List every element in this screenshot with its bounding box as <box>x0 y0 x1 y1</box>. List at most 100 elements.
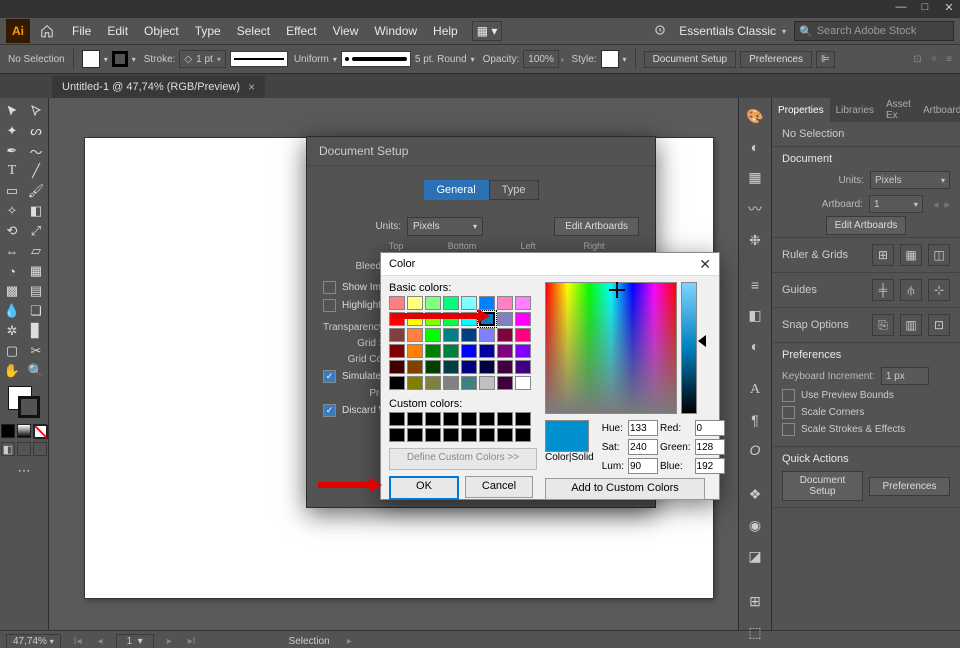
menu-view[interactable]: View <box>325 20 367 42</box>
eraser-tool[interactable]: ◧ <box>25 202 47 220</box>
edit-artboards-button[interactable]: Edit Artboards <box>826 216 907 235</box>
define-custom-button[interactable]: Define Custom Colors >> <box>389 448 537 470</box>
scale-tool[interactable]: ⤢ <box>25 222 47 240</box>
lasso-tool[interactable]: ᔕ <box>25 122 47 140</box>
basic-swatch[interactable] <box>389 344 405 358</box>
ruler-icon[interactable]: ⊞ <box>872 244 894 266</box>
basic-swatch[interactable] <box>389 312 405 326</box>
basic-swatch[interactable] <box>497 328 513 342</box>
grid-icon[interactable]: ▦ <box>900 244 922 266</box>
basic-swatch[interactable] <box>389 376 405 390</box>
basic-swatch[interactable] <box>479 312 495 326</box>
swatches-panel-icon[interactable]: ▦ <box>746 169 764 186</box>
color-panel-icon[interactable]: 🎨 <box>746 108 764 125</box>
line-tool[interactable]: ╱ <box>25 162 47 180</box>
slice-tool[interactable]: ✂ <box>25 342 47 360</box>
basic-swatch[interactable] <box>425 296 441 310</box>
basic-swatch[interactable] <box>407 296 423 310</box>
basic-swatch[interactable] <box>425 328 441 342</box>
cancel-button[interactable]: Cancel <box>465 476 533 498</box>
type-tool[interactable]: T <box>1 162 23 180</box>
basic-swatch[interactable] <box>479 344 495 358</box>
menu-select[interactable]: Select <box>229 20 278 42</box>
basic-swatch[interactable] <box>515 360 531 374</box>
draw-inside[interactable] <box>33 442 47 456</box>
qa-document-setup[interactable]: Document Setup <box>782 471 863 501</box>
gradient-tool[interactable]: ▤ <box>25 282 47 300</box>
hue-input[interactable] <box>628 420 658 436</box>
lum-input[interactable] <box>628 458 658 474</box>
artboard-tool[interactable]: ▢ <box>1 342 23 360</box>
menu-file[interactable]: File <box>64 20 99 42</box>
basic-swatch[interactable] <box>461 312 477 326</box>
nav-first[interactable]: I◂ <box>71 636 85 647</box>
fill-stroke-control[interactable] <box>8 386 40 418</box>
tab-libraries[interactable]: Libraries <box>830 98 880 122</box>
align-panel-icon[interactable]: ⊞ <box>746 593 764 610</box>
red-input[interactable] <box>695 420 725 436</box>
shaper-tool[interactable]: ✧ <box>1 202 23 220</box>
basic-swatch[interactable] <box>425 344 441 358</box>
nav-next[interactable]: ▸ <box>164 636 175 647</box>
snap-grid-icon[interactable]: ▥ <box>900 314 922 336</box>
zoom-field[interactable]: 47,74% ▾ <box>6 634 61 648</box>
opacity-field[interactable]: 100% <box>523 50 559 68</box>
panel-menu-icon[interactable]: ≡ <box>946 54 952 65</box>
tab-properties[interactable]: Properties <box>772 98 830 122</box>
style-swatch[interactable] <box>601 50 619 68</box>
cb-highlight-sub[interactable] <box>323 299 336 312</box>
custom-swatch[interactable] <box>497 412 513 426</box>
basic-swatch[interactable] <box>425 312 441 326</box>
basic-swatch[interactable] <box>461 360 477 374</box>
none-mode[interactable] <box>33 424 47 438</box>
custom-swatch[interactable] <box>425 428 441 442</box>
doc-tab[interactable]: Untitled-1 @ 47,74% (RGB/Preview) × <box>52 76 265 98</box>
gradient-panel-icon[interactable]: ◧ <box>746 307 764 324</box>
draw-mode[interactable]: ◧ <box>1 442 15 456</box>
slider-thumb-icon[interactable] <box>698 335 706 347</box>
custom-swatch[interactable] <box>515 412 531 426</box>
curvature-tool[interactable]: 〜 <box>25 142 47 160</box>
home-icon[interactable] <box>38 22 56 40</box>
eyedropper-tool[interactable]: 💧 <box>1 302 23 320</box>
cb-simulate[interactable]: ✓ <box>323 370 336 383</box>
custom-swatch[interactable] <box>479 412 495 426</box>
basic-swatch[interactable] <box>497 360 513 374</box>
next-artboard-icon[interactable]: ▸ <box>944 198 950 211</box>
basic-swatch[interactable] <box>407 312 423 326</box>
stroke-weight[interactable]: ◇1 pt▾ <box>179 50 225 68</box>
cb-discard[interactable]: ✓ <box>323 404 336 417</box>
transform-panel-icon[interactable]: ⬚ <box>746 624 764 641</box>
shape-builder-tool[interactable]: ◔ <box>1 262 23 280</box>
smart-guides-icon[interactable]: ⊹ <box>928 279 950 301</box>
custom-swatch[interactable] <box>407 412 423 426</box>
basic-swatch[interactable] <box>407 344 423 358</box>
stroke-drop[interactable]: ▾ <box>132 55 136 64</box>
status-chevron[interactable]: ▸ <box>344 636 355 647</box>
custom-swatch[interactable] <box>443 428 459 442</box>
color-close-icon[interactable]: ✕ <box>699 256 711 273</box>
artboard-num[interactable]: 1 ▾ <box>116 634 154 648</box>
color-field[interactable] <box>545 282 677 414</box>
custom-swatch[interactable] <box>389 412 405 426</box>
basic-swatch[interactable] <box>479 328 495 342</box>
tab-type[interactable]: Type <box>489 180 539 200</box>
basic-swatch[interactable] <box>389 360 405 374</box>
custom-swatch[interactable] <box>407 428 423 442</box>
basic-swatch[interactable] <box>461 328 477 342</box>
search-icon[interactable] <box>653 23 667 40</box>
menu-effect[interactable]: Effect <box>278 20 324 42</box>
custom-swatch[interactable] <box>515 428 531 442</box>
basic-swatch[interactable] <box>407 376 423 390</box>
custom-swatch[interactable] <box>443 412 459 426</box>
width-tool[interactable]: ⇔ <box>1 242 23 260</box>
mesh-tool[interactable]: ▩ <box>1 282 23 300</box>
basic-swatch[interactable] <box>515 328 531 342</box>
opentype-panel-icon[interactable]: O <box>746 442 764 458</box>
guides-lock-icon[interactable]: ⫛ <box>900 279 922 301</box>
gradient-mode[interactable] <box>17 424 31 438</box>
basic-swatch[interactable] <box>515 296 531 310</box>
draw-behind[interactable] <box>17 442 31 456</box>
symbol-sprayer-tool[interactable]: ✲ <box>1 322 23 340</box>
basic-swatch[interactable] <box>515 312 531 326</box>
